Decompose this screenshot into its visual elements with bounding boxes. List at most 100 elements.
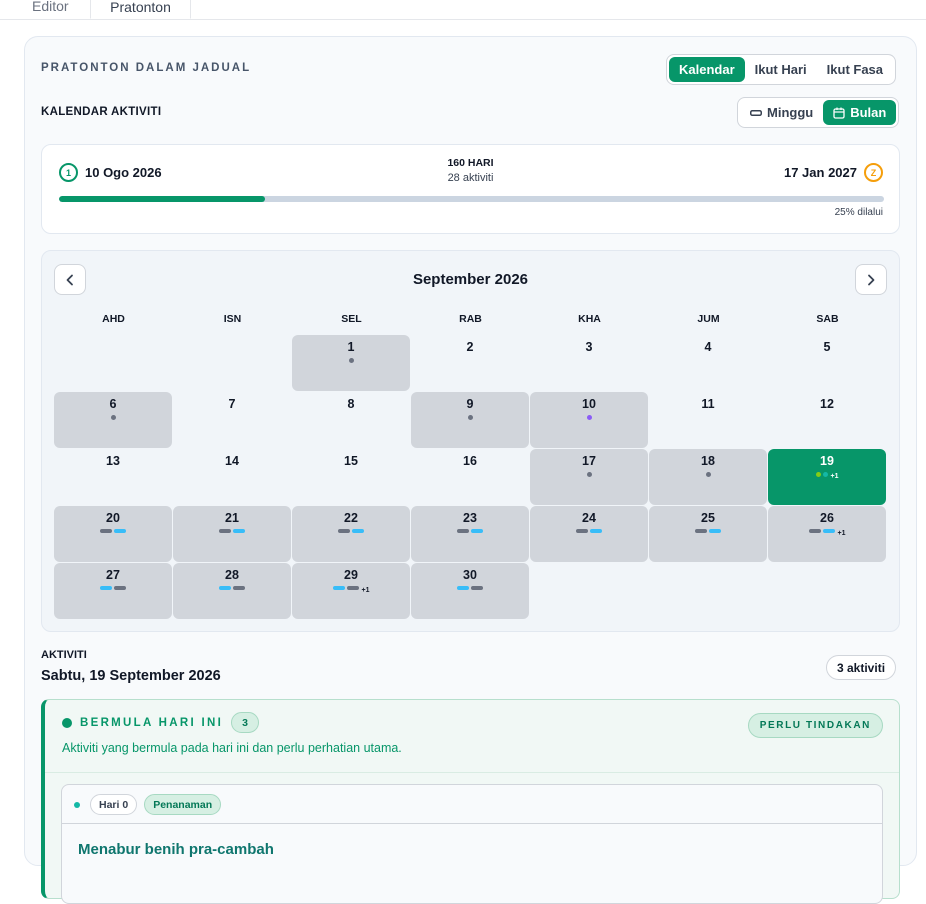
activity-dot xyxy=(74,801,80,808)
calendar-day[interactable]: 8 xyxy=(292,392,410,448)
calendar-day[interactable]: 11 xyxy=(649,392,767,448)
calendar-day[interactable]: 5 xyxy=(768,335,886,391)
activity-dot xyxy=(815,471,821,477)
activity-card[interactable]: Hari 0 Penanaman Menabur benih pra-camba… xyxy=(61,784,883,904)
calendar-day[interactable]: 21 xyxy=(173,506,291,562)
day-number: 24 xyxy=(582,511,596,525)
tab-preview[interactable]: Pratonton xyxy=(90,0,191,19)
calendar-day[interactable]: 13 xyxy=(54,449,172,505)
calendar-day[interactable]: 17 xyxy=(530,449,648,505)
day-number: 4 xyxy=(704,340,712,354)
month-view-button[interactable]: Bulan xyxy=(823,100,897,125)
activity-markers xyxy=(292,356,410,364)
activity-bar xyxy=(114,586,126,590)
tab-editor[interactable]: Editor xyxy=(32,0,69,19)
calendar-day[interactable]: 1 xyxy=(292,335,410,391)
activity-markers xyxy=(649,413,767,421)
timeline-activities: 28 aktiviti xyxy=(447,172,494,184)
activity-bar xyxy=(233,529,245,533)
weekday-header: KHA xyxy=(578,313,601,325)
weekday-header: ISN xyxy=(223,313,242,325)
group-count-badge: 3 xyxy=(231,712,260,733)
day-number: 10 xyxy=(582,397,596,411)
calendar-day[interactable]: 10 xyxy=(530,392,648,448)
calendar-day[interactable]: 9 xyxy=(411,392,529,448)
timeline-progress-label: 25% dilalui xyxy=(834,207,883,218)
activity-markers xyxy=(530,470,648,478)
day-number: 3 xyxy=(585,340,593,354)
calendar-day[interactable]: 27 xyxy=(54,563,172,619)
activity-markers xyxy=(649,470,767,478)
activity-bar xyxy=(808,529,821,533)
day-number: 23 xyxy=(463,511,477,525)
activity-markers xyxy=(173,470,291,478)
calendar-day-selected[interactable]: 19 +1 xyxy=(768,449,886,505)
calendar-day[interactable]: 4 xyxy=(649,335,767,391)
activity-dot xyxy=(586,471,592,477)
calendar-icon xyxy=(833,107,845,119)
activity-bar xyxy=(332,586,345,590)
view-mode-calendar-button[interactable]: Kalendar xyxy=(669,57,745,82)
view-mode-by-day-button[interactable]: Ikut Hari xyxy=(745,57,817,82)
activity-markers xyxy=(54,470,172,478)
group-status-dot xyxy=(62,717,72,728)
schedule-timeline: 1 10 Ogo 2026 160 HARI 28 aktiviti 17 Ja… xyxy=(41,144,900,234)
activity-markers: +1 xyxy=(768,470,886,480)
timeline-end-date: 17 Jan 2027 xyxy=(783,165,857,180)
activity-markers xyxy=(768,413,886,421)
calendar-day[interactable]: 16 xyxy=(411,449,529,505)
calendar-day[interactable]: 6 xyxy=(54,392,172,448)
activity-dot xyxy=(705,471,711,477)
calendar-day[interactable]: 15 xyxy=(292,449,410,505)
calendar-day[interactable]: 30 xyxy=(411,563,529,619)
activity-markers xyxy=(173,413,291,421)
activity-markers xyxy=(292,527,410,535)
activity-bar xyxy=(457,586,469,590)
day-number: 22 xyxy=(344,511,358,525)
calendar-day[interactable]: 23 xyxy=(411,506,529,562)
group-title: BERMULA HARI INI xyxy=(80,716,224,729)
calendar-day[interactable]: 12 xyxy=(768,392,886,448)
activity-markers xyxy=(54,584,172,592)
next-month-button[interactable] xyxy=(855,264,887,295)
activity-bar xyxy=(100,529,112,533)
calendar-day[interactable]: 18 xyxy=(649,449,767,505)
activity-markers xyxy=(530,413,648,421)
calendar-day[interactable]: 3 xyxy=(530,335,648,391)
calendar-day[interactable]: 28 xyxy=(173,563,291,619)
calendar-day[interactable]: 14 xyxy=(173,449,291,505)
activity-bar xyxy=(114,529,126,533)
timeline-summary: 160 HARI 28 aktiviti xyxy=(42,157,899,184)
activity-markers xyxy=(411,527,529,535)
calendar-day[interactable]: 24 xyxy=(530,506,648,562)
calendar-day[interactable]: 29 +1 xyxy=(292,563,410,619)
view-mode-by-phase-button[interactable]: Ikut Fasa xyxy=(817,57,893,82)
calendar-day[interactable]: 7 xyxy=(173,392,291,448)
day-number: 17 xyxy=(582,454,596,468)
day-number: 11 xyxy=(701,397,715,411)
calendar-day[interactable]: 2 xyxy=(411,335,529,391)
day-number: 30 xyxy=(463,568,477,582)
week-view-button[interactable]: Minggu xyxy=(740,100,823,125)
activity-bar xyxy=(576,529,588,533)
day-number: 26 xyxy=(820,511,834,525)
day-number: 16 xyxy=(463,454,477,468)
calendar-day[interactable]: 20 xyxy=(54,506,172,562)
calendar-day[interactable]: 26 +1 xyxy=(768,506,886,562)
weekday-header: SEL xyxy=(341,313,362,325)
activity-bar xyxy=(219,586,231,590)
day-number: 12 xyxy=(820,397,834,411)
more-activities-count: +1 xyxy=(361,586,370,594)
activity-bar xyxy=(346,586,359,590)
weekday-header: RAB xyxy=(459,313,482,325)
group-header: BERMULA HARI INI 3 xyxy=(62,712,260,733)
activity-bar xyxy=(352,529,364,533)
phase-chip: Penanaman xyxy=(144,794,222,815)
calendar-day[interactable]: 25 xyxy=(649,506,767,562)
tab-bar: Editor Pratonton xyxy=(0,0,926,20)
activity-dot xyxy=(110,414,116,420)
day-number: 25 xyxy=(701,511,715,525)
calendar-day[interactable]: 22 xyxy=(292,506,410,562)
activity-bar xyxy=(457,529,469,533)
day-number: 9 xyxy=(466,397,474,411)
